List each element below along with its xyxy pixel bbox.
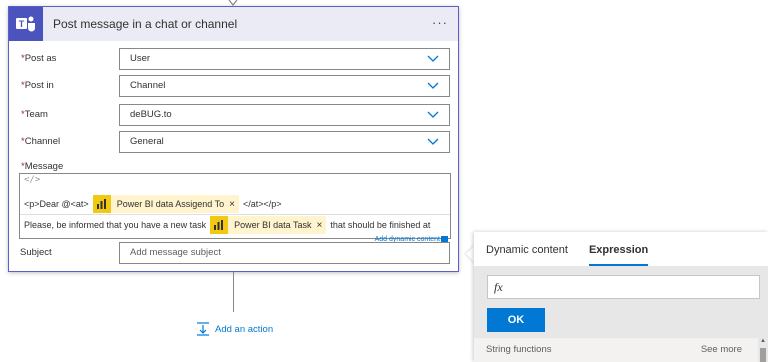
message-line-1: <p>Dear @<at> Power BI data Assigend To … <box>24 194 281 214</box>
channel-dropdown[interactable]: General <box>119 131 450 153</box>
chevron-down-icon <box>427 111 439 118</box>
post-as-label: *Post as <box>21 53 57 64</box>
tab-expression[interactable]: Expression <box>588 232 649 266</box>
dynamic-token-task[interactable]: Power BI data Task × <box>210 216 327 234</box>
scroll-up-icon[interactable]: ▲ <box>760 338 766 344</box>
flow-connector <box>233 272 234 312</box>
token-label: Power BI data Task <box>234 220 312 230</box>
expression-panel: Dynamic content Expression fx OK String … <box>474 232 768 362</box>
subject-input[interactable]: Add message subject <box>119 242 450 264</box>
code-view-icon[interactable]: </> <box>24 175 40 185</box>
chevron-down-icon <box>427 138 439 145</box>
message-text: that should be finished at <box>330 220 431 230</box>
post-in-row: *Post in Channel <box>9 75 458 97</box>
message-text: Please, be informed that you have a new … <box>24 220 207 230</box>
svg-text:T: T <box>19 19 25 29</box>
channel-value: General <box>130 136 164 147</box>
team-row: *Team deBUG.to <box>9 104 458 126</box>
card-title: Post message in a chat or channel <box>53 17 238 31</box>
channel-row: *Channel General <box>9 131 458 153</box>
see-more-link[interactable]: See more <box>701 344 742 355</box>
add-action-button[interactable]: Add an action <box>196 322 273 336</box>
message-line-2: Please, be informed that you have a new … <box>24 215 430 235</box>
card-header[interactable]: T Post message in a chat or channel ··· <box>9 7 458 41</box>
message-label: *Message <box>21 161 64 172</box>
subject-row: Subject Add message subject <box>9 242 458 264</box>
post-as-row: *Post as User <box>9 48 458 70</box>
post-in-value: Channel <box>130 80 166 91</box>
post-in-dropdown[interactable]: Channel <box>119 75 450 97</box>
teams-icon: T <box>9 7 43 41</box>
action-card: T Post message in a chat or channel ··· … <box>8 6 459 272</box>
token-label: Power BI data Assigend To <box>116 199 225 209</box>
post-as-value: User <box>130 53 151 64</box>
chevron-down-icon <box>427 82 439 89</box>
scrollbar[interactable]: ▲ <box>758 338 768 362</box>
expression-area: fx OK String functions See more ▲ <box>474 266 768 362</box>
string-functions-row[interactable]: String functions See more ▲ <box>474 338 768 362</box>
tab-dynamic-content[interactable]: Dynamic content <box>486 232 568 266</box>
channel-label: *Channel <box>21 136 61 147</box>
scrollbar-thumb[interactable] <box>760 348 766 362</box>
message-text: </at></p> <box>242 199 282 209</box>
remove-token-icon[interactable]: × <box>229 199 235 210</box>
panel-tabs: Dynamic content Expression <box>474 232 768 266</box>
team-value: deBUG.to <box>130 109 172 120</box>
team-dropdown[interactable]: deBUG.to <box>119 104 450 126</box>
message-editor[interactable]: </> <p>Dear @<at> Power BI data Assigend… <box>19 173 451 239</box>
post-in-label: *Post in <box>21 80 54 91</box>
add-action-label: Add an action <box>215 323 274 335</box>
power-bi-icon <box>210 216 229 234</box>
team-label: *Team <box>21 109 48 120</box>
subject-placeholder: Add message subject <box>130 247 221 258</box>
dynamic-token-assigned-to[interactable]: Power BI data Assigend To × <box>92 195 239 213</box>
expression-input[interactable]: fx <box>487 275 760 299</box>
post-as-dropdown[interactable]: User <box>119 48 450 70</box>
subject-label: Subject <box>20 247 52 258</box>
more-options-button[interactable]: ··· <box>432 15 448 30</box>
string-functions-label: String functions <box>486 344 552 355</box>
ok-button[interactable]: OK <box>487 308 545 332</box>
add-action-icon <box>197 322 209 336</box>
chevron-down-icon <box>427 55 439 62</box>
power-bi-icon <box>92 195 111 213</box>
message-text: <p>Dear @<at> <box>24 199 89 209</box>
remove-token-icon[interactable]: × <box>316 220 322 231</box>
fx-icon: fx <box>494 280 503 294</box>
